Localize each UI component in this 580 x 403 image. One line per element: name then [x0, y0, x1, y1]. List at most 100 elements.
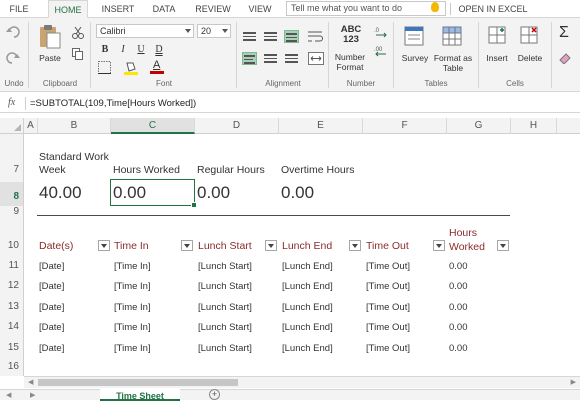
table-cell-time-out[interactable]: [Time Out] — [366, 343, 410, 354]
paste-icon[interactable] — [38, 24, 62, 53]
column-header-c[interactable]: C — [111, 118, 195, 134]
scroll-right-icon[interactable]: ▶ — [571, 378, 576, 386]
filter-dropdown-icon[interactable] — [98, 240, 110, 251]
align-top-icon[interactable] — [242, 30, 257, 43]
tab-review[interactable]: REVIEW — [192, 0, 234, 18]
table-cell-time-in[interactable]: [Time In] — [114, 261, 151, 272]
row-header-15[interactable]: 15 — [0, 337, 24, 358]
row-header-11[interactable]: 11 — [0, 256, 24, 276]
italic-button[interactable]: I — [116, 43, 130, 57]
row-header-8[interactable]: 8 — [0, 182, 24, 206]
decrease-decimal-icon[interactable]: .00 — [374, 45, 388, 62]
align-middle-icon[interactable] — [263, 30, 278, 43]
filter-dropdown-icon[interactable] — [497, 240, 509, 251]
insert-cells-icon[interactable] — [488, 26, 506, 47]
bold-button[interactable]: B — [98, 43, 112, 57]
table-cell-lunch-start[interactable]: [Lunch Start] — [198, 343, 252, 354]
table-cell-time-in[interactable]: [Time In] — [114, 302, 151, 313]
format-as-table-icon[interactable] — [442, 26, 462, 49]
delete-cells-icon[interactable] — [520, 26, 538, 47]
align-center-icon[interactable] — [263, 52, 278, 65]
insert-button[interactable]: Insert — [482, 53, 512, 63]
table-cell-hours-worked[interactable]: 0.00 — [449, 261, 468, 272]
autosum-icon[interactable]: Σ — [556, 24, 572, 42]
filter-dropdown-icon[interactable] — [265, 240, 277, 251]
tab-view[interactable]: VIEW — [244, 0, 276, 18]
table-cell-time-in[interactable]: [Time In] — [114, 343, 151, 354]
row-header-16[interactable]: 16 — [0, 358, 24, 376]
table-cell-lunch-start[interactable]: [Lunch Start] — [198, 281, 252, 292]
column-header-b[interactable]: B — [38, 118, 111, 134]
column-header-a[interactable]: A — [24, 118, 38, 134]
table-cell-time-out[interactable]: [Time Out] — [366, 322, 410, 333]
row-header-13[interactable]: 13 — [0, 296, 24, 317]
sheet-tab-time-sheet[interactable]: Time Sheet — [100, 389, 180, 401]
formula-input[interactable]: =SUBTOTAL(109,Time[Hours Worked]) — [30, 98, 196, 109]
table-cell-hours-worked[interactable]: 0.00 — [449, 281, 468, 292]
open-in-excel-button[interactable]: OPEN IN EXCEL — [456, 0, 530, 18]
tab-file[interactable]: FILE — [4, 0, 34, 18]
tab-home[interactable]: HOME — [48, 0, 88, 18]
add-sheet-icon[interactable]: + — [209, 389, 220, 400]
filter-dropdown-icon[interactable] — [433, 240, 445, 251]
column-header-h[interactable]: H — [511, 118, 557, 134]
merge-center-icon[interactable] — [308, 52, 324, 68]
filter-dropdown-icon[interactable] — [181, 240, 193, 251]
table-cell-time-in[interactable]: [Time In] — [114, 281, 151, 292]
select-all-corner[interactable] — [0, 118, 24, 134]
table-cell-lunch-start[interactable]: [Lunch Start] — [198, 322, 252, 333]
prev-sheet-icon[interactable]: ◀ — [6, 391, 11, 399]
table-cell-date[interactable]: [Date] — [39, 302, 64, 313]
table-cell-lunch-end[interactable]: [Lunch End] — [282, 261, 333, 272]
tab-insert[interactable]: INSERT — [98, 0, 138, 18]
column-header-d[interactable]: D — [195, 118, 279, 134]
redo-icon[interactable] — [6, 52, 20, 67]
survey-button[interactable]: Survey — [398, 53, 432, 63]
column-header-f[interactable]: F — [363, 118, 447, 134]
table-cell-hours-worked[interactable]: 0.00 — [449, 322, 468, 333]
regular-hours-value[interactable]: 0.00 — [197, 183, 230, 203]
table-cell-time-out[interactable]: [Time Out] — [366, 281, 410, 292]
number-format-icon[interactable]: ABC 123 — [334, 25, 368, 45]
fill-color-icon[interactable] — [124, 60, 140, 78]
table-cell-time-out[interactable]: [Time Out] — [366, 261, 410, 272]
cut-icon[interactable] — [72, 26, 84, 42]
table-cell-lunch-end[interactable]: [Lunch End] — [282, 343, 333, 354]
font-size-dropdown[interactable]: 20 — [197, 24, 231, 38]
paste-button[interactable]: Paste — [36, 53, 64, 63]
increase-decimal-icon[interactable]: .0 — [374, 26, 388, 43]
row-header-12[interactable]: 12 — [0, 276, 24, 296]
table-cell-hours-worked[interactable]: 0.00 — [449, 302, 468, 313]
scroll-left-icon[interactable]: ◀ — [28, 378, 33, 386]
standard-work-week-value[interactable]: 40.00 — [39, 183, 82, 203]
filter-dropdown-icon[interactable] — [349, 240, 361, 251]
number-format-button[interactable]: Number Format — [330, 52, 370, 72]
fx-icon[interactable]: fx — [8, 97, 15, 108]
tell-me-search-input[interactable]: Tell me what you want to do — [286, 1, 446, 16]
table-cell-time-in[interactable]: [Time In] — [114, 322, 151, 333]
table-cell-date[interactable]: [Date] — [39, 261, 64, 272]
table-cell-lunch-start[interactable]: [Lunch Start] — [198, 261, 252, 272]
copy-icon[interactable] — [72, 48, 84, 63]
wrap-text-icon[interactable] — [308, 30, 324, 46]
table-cell-date[interactable]: [Date] — [39, 343, 64, 354]
table-cell-lunch-end[interactable]: [Lunch End] — [282, 302, 333, 313]
format-as-table-button[interactable]: Format as Table — [432, 53, 474, 73]
row-header-10[interactable]: 10 — [0, 218, 24, 256]
table-cell-time-out[interactable]: [Time Out] — [366, 302, 410, 313]
survey-icon[interactable] — [404, 26, 424, 49]
row-header-7[interactable]: 7 — [0, 134, 24, 182]
tab-data[interactable]: DATA — [146, 0, 182, 18]
clear-icon[interactable] — [558, 52, 572, 67]
borders-icon[interactable] — [98, 61, 111, 77]
align-right-icon[interactable] — [284, 52, 299, 65]
align-bottom-icon[interactable] — [284, 30, 299, 43]
column-header-e[interactable]: E — [279, 118, 363, 134]
overtime-hours-value[interactable]: 0.00 — [281, 183, 314, 203]
font-name-dropdown[interactable]: Calibri — [96, 24, 194, 38]
table-cell-hours-worked[interactable]: 0.00 — [449, 343, 468, 354]
double-underline-button[interactable]: D — [152, 43, 166, 57]
delete-button[interactable]: Delete — [514, 53, 546, 63]
table-cell-lunch-end[interactable]: [Lunch End] — [282, 281, 333, 292]
table-cell-lunch-start[interactable]: [Lunch Start] — [198, 302, 252, 313]
